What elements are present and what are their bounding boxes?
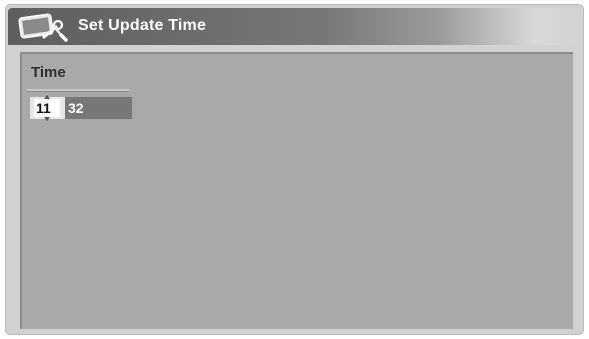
time-label: Time [31,64,66,81]
minute-value[interactable]: 32 [68,100,84,116]
hour-field[interactable]: 11 [30,95,65,121]
settings-tools-icon [18,13,68,42]
decrement-arrow-icon[interactable] [44,117,50,121]
dialog-title: Set Update Time [78,17,207,34]
time-input[interactable]: 11 32 [30,95,132,121]
label-divider [27,89,129,92]
hour-value: 11 [36,100,51,116]
increment-arrow-icon[interactable] [44,95,50,99]
title-bar: Set Update Time [8,8,581,45]
set-update-time-dialog: Set Update Time Time 11 32 [5,4,584,335]
content-panel: Time 11 32 [20,52,573,329]
